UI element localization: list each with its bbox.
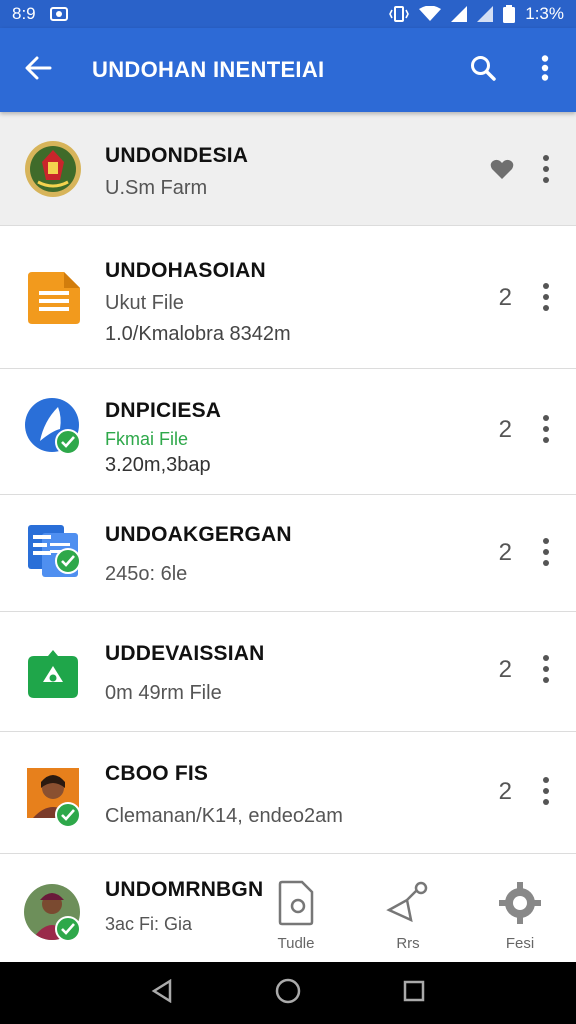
item-subtitle: U.Sm Farm bbox=[105, 177, 208, 199]
document-icon bbox=[28, 272, 80, 324]
tab-label: Rrs bbox=[396, 935, 420, 952]
home-nav-button[interactable] bbox=[275, 978, 301, 1009]
item-more-button[interactable] bbox=[542, 776, 550, 811]
back-button[interactable] bbox=[0, 28, 76, 112]
list-item[interactable]: UNDOAKGERGAN 245o: 6le 2 bbox=[0, 495, 576, 612]
item-name: UDDEVAISSIAN bbox=[105, 642, 265, 665]
item-name: CBOO FIS bbox=[105, 762, 209, 785]
app-bar: UNDOHAN INENTEIAI bbox=[0, 28, 576, 112]
item-name: UNDONDESIA bbox=[105, 144, 249, 167]
list-item[interactable]: DNPICIESA Fkmai File 3.20m,3bap 2 bbox=[0, 369, 576, 495]
file-icon bbox=[278, 880, 314, 931]
signal-icon bbox=[451, 6, 468, 22]
more-vert-icon bbox=[543, 777, 549, 805]
check-icon bbox=[55, 916, 81, 942]
item-subtitle: Ukut File bbox=[105, 292, 184, 314]
file-list: UNDONDESIA U.Sm Farm UNDOHASOIAN Ukut Fi… bbox=[0, 112, 576, 974]
item-name: UNDOHASOIAN bbox=[105, 259, 266, 282]
recents-nav-button[interactable] bbox=[403, 980, 425, 1007]
signal-icon-2 bbox=[477, 6, 494, 22]
bottom-tabs: Tudle Rrs Fesi bbox=[240, 880, 576, 962]
more-vert-icon bbox=[541, 54, 549, 86]
more-vert-icon bbox=[543, 415, 549, 443]
check-icon bbox=[55, 429, 81, 455]
check-icon bbox=[55, 802, 81, 828]
more-vert-icon bbox=[543, 538, 549, 566]
emblem-avatar bbox=[24, 140, 82, 198]
wifi-icon bbox=[419, 6, 442, 22]
check-icon bbox=[55, 548, 81, 574]
back-nav-button[interactable] bbox=[151, 978, 173, 1008]
tab-fesi[interactable]: Fesi bbox=[464, 880, 576, 962]
item-detail: 3.20m,3bap bbox=[105, 454, 211, 476]
tab-label: Fesi bbox=[505, 935, 535, 952]
status-bar: 8:9 1:3% bbox=[0, 0, 576, 28]
item-subtitle: 0m 49rm File bbox=[105, 682, 222, 704]
app-bar-title: UNDOHAN INENTEIAI bbox=[92, 57, 325, 82]
vibrate-icon bbox=[389, 6, 410, 22]
more-vert-icon bbox=[543, 283, 549, 311]
money-icon bbox=[28, 650, 78, 698]
item-name: DNPICIESA bbox=[105, 399, 222, 422]
document-avatar bbox=[28, 272, 86, 330]
item-subtitle: Fkmai File bbox=[105, 429, 189, 449]
more-vert-icon bbox=[543, 655, 549, 683]
search-icon bbox=[470, 55, 496, 86]
status-time-right: 1:3% bbox=[525, 4, 564, 23]
magic-wand-icon bbox=[385, 880, 431, 931]
list-item[interactable]: CBOO FIS Clemanan/K14, endeo2am 2 bbox=[0, 732, 576, 854]
item-more-button[interactable] bbox=[542, 154, 550, 189]
search-button[interactable] bbox=[452, 28, 514, 112]
triangle-back-icon bbox=[151, 978, 172, 1003]
tab-tudle[interactable]: Tudle bbox=[240, 880, 352, 962]
photo-icon bbox=[49, 7, 68, 21]
item-count: 2 bbox=[498, 778, 512, 805]
tab-label: Tudle bbox=[277, 935, 315, 952]
item-count: 2 bbox=[498, 284, 512, 311]
item-count: 2 bbox=[498, 539, 512, 566]
gear-icon bbox=[498, 880, 542, 931]
item-count: 2 bbox=[498, 416, 512, 443]
item-count: 2 bbox=[498, 656, 512, 683]
arrow-left-icon bbox=[24, 56, 52, 85]
item-more-button[interactable] bbox=[542, 654, 550, 689]
item-more-button[interactable] bbox=[542, 414, 550, 449]
tab-rrs[interactable]: Rrs bbox=[352, 880, 464, 962]
overflow-menu-button[interactable] bbox=[514, 28, 576, 112]
battery-icon bbox=[503, 5, 516, 23]
item-subtitle: 245o: 6le bbox=[105, 563, 188, 585]
money-avatar bbox=[28, 650, 86, 708]
item-name: UNDOAKGERGAN bbox=[105, 523, 292, 546]
item-more-button[interactable] bbox=[542, 282, 550, 317]
item-detail: 1.0/Kmalobra 8342m bbox=[105, 323, 291, 345]
system-nav-bar bbox=[0, 962, 576, 1024]
list-item[interactable]: UNDONDESIA U.Sm Farm bbox=[0, 112, 576, 226]
list-item[interactable]: UDDEVAISSIAN 0m 49rm File 2 bbox=[0, 612, 576, 732]
heart-icon bbox=[490, 159, 514, 179]
item-subtitle: Clemanan/K14, endeo2am bbox=[105, 805, 343, 827]
favorite-button[interactable] bbox=[490, 158, 514, 185]
square-recents-icon bbox=[403, 980, 425, 1001]
list-item[interactable]: UNDOHASOIAN Ukut File 1.0/Kmalobra 8342m… bbox=[0, 226, 576, 369]
status-time-left: 8:9 bbox=[12, 4, 36, 23]
more-vert-icon bbox=[543, 155, 549, 183]
circle-home-icon bbox=[275, 978, 301, 1003]
item-more-button[interactable] bbox=[542, 537, 550, 572]
